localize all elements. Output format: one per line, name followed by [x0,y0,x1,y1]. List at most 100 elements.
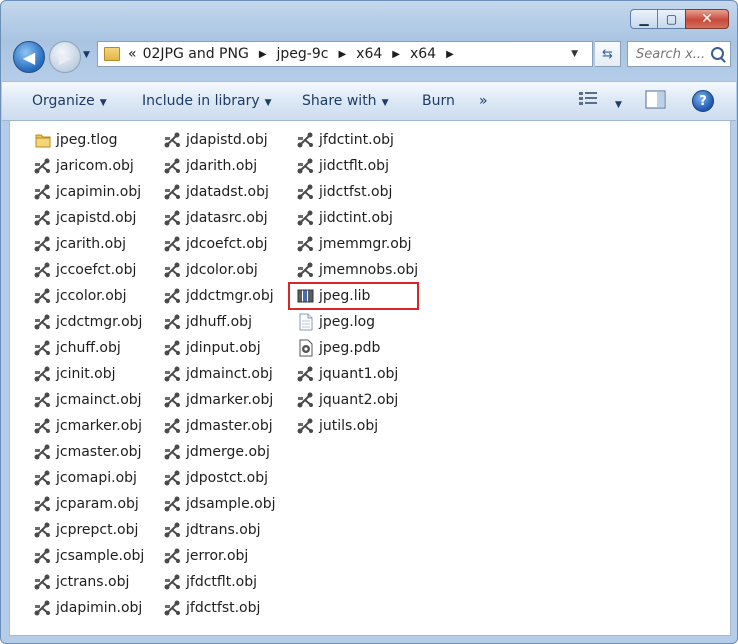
file-item[interactable]: jfdctflt.obj [164,569,275,595]
breadcrumb-arrow-icon[interactable]: ▶ [259,49,267,60]
breadcrumb-x64-current[interactable]: x64 [410,46,436,62]
breadcrumb-jpeg9c[interactable]: jpeg-9c [277,46,329,62]
file-item[interactable]: jquant1.obj [297,361,418,387]
file-item[interactable]: jaricom.obj [34,153,144,179]
address-dropdown-icon[interactable]: ▼ [571,49,578,59]
file-name: jdatadst.obj [186,184,269,200]
breadcrumb-arrow-icon[interactable]: ▶ [392,49,400,60]
file-item[interactable]: jmemmgr.obj [297,231,418,257]
object-file-icon [34,235,52,253]
file-item[interactable]: jfdctfst.obj [164,595,275,621]
file-name: jcapistd.obj [56,210,137,226]
file-name: jdarith.obj [186,158,258,174]
file-name: jcmainct.obj [56,392,142,408]
file-item[interactable]: jdapistd.obj [164,127,275,153]
include-in-library-menu[interactable]: Include in library ▼ [142,93,272,109]
object-file-icon [164,131,182,149]
address-overflow[interactable]: « [128,46,137,62]
file-item[interactable]: jddctmgr.obj [164,283,275,309]
file-name: jdcolor.obj [186,262,258,278]
file-item[interactable]: jcarith.obj [34,231,144,257]
breadcrumb-arrow-icon[interactable]: ▶ [446,49,454,60]
file-name: jmemnobs.obj [319,262,419,278]
file-name: jchuff.obj [56,340,121,356]
file-item[interactable]: jdatadst.obj [164,179,275,205]
file-item[interactable]: jdcolor.obj [164,257,275,283]
file-item[interactable]: jcprepct.obj [34,517,144,543]
help-button[interactable]: ? [692,90,714,112]
address-bar[interactable]: « 02JPG and PNG ▶ jpeg-9c ▶ x64 ▶ x64 ▶ ▼ [97,41,593,67]
burn-button[interactable]: Burn [422,93,455,109]
more-commands-button[interactable]: » [479,93,488,109]
view-options-dropdown[interactable]: ▼ [610,95,622,111]
object-file-icon [297,131,315,149]
file-item[interactable]: jccoefct.obj [34,257,144,283]
file-item[interactable]: jdmainct.obj [164,361,275,387]
file-item[interactable]: jdhuff.obj [164,309,275,335]
share-with-menu[interactable]: Share with ▼ [302,93,388,109]
object-file-icon [164,209,182,227]
recent-pages-dropdown[interactable]: ▼ [83,50,90,60]
file-item[interactable]: jfdctint.obj [297,127,418,153]
search-input[interactable] [636,46,706,62]
file-item[interactable]: jmemnobs.obj [297,257,418,283]
file-item[interactable]: jdsample.obj [164,491,275,517]
file-item[interactable]: jdtrans.obj [164,517,275,543]
file-item[interactable]: jpeg.pdb [297,335,418,361]
back-button[interactable]: ◀ [13,41,45,73]
file-item[interactable]: jccolor.obj [34,283,144,309]
file-item[interactable]: jctrans.obj [34,569,144,595]
object-file-icon [34,183,52,201]
file-item[interactable]: jutils.obj [297,413,418,439]
file-item[interactable]: jpeg.lib [287,282,420,310]
breadcrumb-arrow-icon[interactable]: ▶ [338,49,346,60]
file-item[interactable]: jdmerge.obj [164,439,275,465]
file-item[interactable]: jcparam.obj [34,491,144,517]
file-item[interactable]: jdmaster.obj [164,413,275,439]
forward-button[interactable]: ▶ [49,41,81,73]
file-item[interactable]: jcdctmgr.obj [34,309,144,335]
refresh-button[interactable]: ⇆ [595,41,621,67]
file-item[interactable]: jidctint.obj [297,205,418,231]
navigation-bar: ◀ ▶ ▼ « 02JPG and PNG ▶ jpeg-9c ▶ x64 ▶ x64… [9,39,731,73]
file-item[interactable]: jcsample.obj [34,543,144,569]
file-name: jdcoefct.obj [186,236,268,252]
file-item[interactable]: jcmaster.obj [34,439,144,465]
search-box[interactable] [627,41,731,67]
minimize-button[interactable]: ▁ [630,9,658,29]
breadcrumb-x64[interactable]: x64 [356,46,382,62]
file-item[interactable]: jpeg.tlog [34,127,144,153]
file-item[interactable]: jquant2.obj [297,387,418,413]
file-item[interactable]: jdatasrc.obj [164,205,275,231]
file-name: jcsample.obj [56,548,145,564]
file-item[interactable]: jcomapi.obj [34,465,144,491]
change-view-button[interactable] [578,90,600,112]
file-item[interactable]: jcmarker.obj [34,413,144,439]
file-item[interactable]: jchuff.obj [34,335,144,361]
object-file-icon [164,469,182,487]
file-item[interactable]: jdpostct.obj [164,465,275,491]
file-item[interactable]: jdcoefct.obj [164,231,275,257]
file-item[interactable]: jcapistd.obj [34,205,144,231]
file-item[interactable]: jdapimin.obj [34,595,144,621]
file-item[interactable]: jdmarker.obj [164,387,275,413]
file-item[interactable]: jcapimin.obj [34,179,144,205]
close-button[interactable]: ✕ [685,9,729,29]
object-file-icon [34,547,52,565]
file-item[interactable]: jidctflt.obj [297,153,418,179]
file-item[interactable]: jdinput.obj [164,335,275,361]
object-file-icon [164,313,182,331]
file-item[interactable]: jpeg.log [297,309,418,335]
file-item[interactable]: jcmainct.obj [34,387,144,413]
file-name: jccoefct.obj [56,262,137,278]
maximize-button[interactable]: ▢ [658,9,685,29]
file-item[interactable]: jidctfst.obj [297,179,418,205]
preview-pane-button[interactable] [645,90,667,114]
breadcrumb-02jpg[interactable]: 02JPG and PNG [143,46,249,62]
file-item[interactable]: jerror.obj [164,543,275,569]
file-item[interactable]: jcinit.obj [34,361,144,387]
search-icon[interactable] [711,47,724,60]
file-item[interactable]: jdarith.obj [164,153,275,179]
file-name: jcmarker.obj [56,418,143,434]
organize-menu[interactable]: Organize ▼ [32,93,107,109]
